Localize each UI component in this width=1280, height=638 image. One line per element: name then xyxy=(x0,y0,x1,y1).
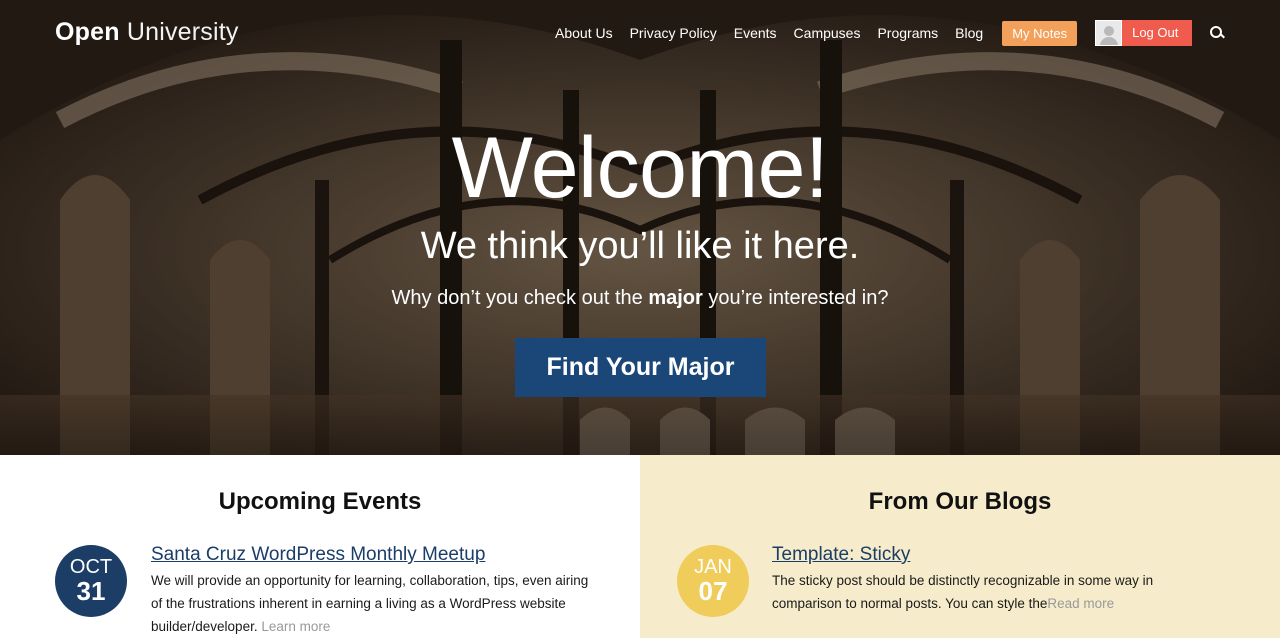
event-description-text: We will provide an opportunity for learn… xyxy=(151,573,589,634)
blog-date-badge: JAN 07 xyxy=(677,545,749,617)
hero-section: Open University About Us Privacy Policy … xyxy=(0,0,1280,455)
nav-programs[interactable]: Programs xyxy=(877,25,938,41)
upcoming-events-section: Upcoming Events OCT 31 Santa Cruz WordPr… xyxy=(0,455,640,638)
site-logo[interactable]: Open University xyxy=(55,18,239,47)
hero-question: Why don’t you check out the major you’re… xyxy=(0,284,1280,312)
blog-day: 07 xyxy=(698,576,728,606)
blog-description: The sticky post should be distinctly rec… xyxy=(772,569,1192,615)
find-your-major-button[interactable]: Find Your Major xyxy=(515,338,766,397)
event-description: We will provide an opportunity for learn… xyxy=(151,569,601,638)
hero-question-end: you’re interested in? xyxy=(702,287,889,309)
nav-campuses[interactable]: Campuses xyxy=(794,25,861,41)
search-icon[interactable] xyxy=(1210,26,1224,40)
hero-title: Welcome! xyxy=(451,120,829,216)
nav-about-us[interactable]: About Us xyxy=(555,25,613,41)
logo-bold-text: Open xyxy=(55,18,120,46)
events-heading: Upcoming Events xyxy=(218,488,422,515)
event-learn-more-link[interactable]: Learn more xyxy=(261,619,330,634)
nav-events[interactable]: Events xyxy=(734,25,777,41)
nav-blog[interactable]: Blog xyxy=(955,25,983,41)
main-navigation: About Us Privacy Policy Events Campuses … xyxy=(555,20,1224,46)
hero-subtitle: We think you’ll like it here. xyxy=(420,225,860,267)
blog-read-more-link[interactable]: Read more xyxy=(1047,596,1114,611)
user-logout-group[interactable]: Log Out xyxy=(1095,20,1193,46)
blog-month: JAN xyxy=(694,556,732,578)
from-our-blogs-section: From Our Blogs JAN 07 Template: Sticky T… xyxy=(640,455,1280,638)
blog-title-link[interactable]: Template: Sticky xyxy=(772,544,910,566)
event-date-badge: OCT 31 xyxy=(55,545,127,617)
hero-question-emphasis: major xyxy=(648,287,703,309)
event-title-link[interactable]: Santa Cruz WordPress Monthly Meetup xyxy=(151,544,485,566)
blogs-heading: From Our Blogs xyxy=(868,488,1052,515)
my-notes-button[interactable]: My Notes xyxy=(1002,20,1078,46)
logo-light-text: University xyxy=(126,18,239,46)
nav-privacy-policy[interactable]: Privacy Policy xyxy=(630,25,717,41)
hero-question-start: Why don’t you check out the xyxy=(391,287,649,309)
event-month: OCT xyxy=(69,556,113,578)
event-day: 31 xyxy=(76,576,106,606)
user-avatar-icon[interactable] xyxy=(1095,20,1123,46)
log-out-button[interactable]: Log Out xyxy=(1122,20,1193,46)
